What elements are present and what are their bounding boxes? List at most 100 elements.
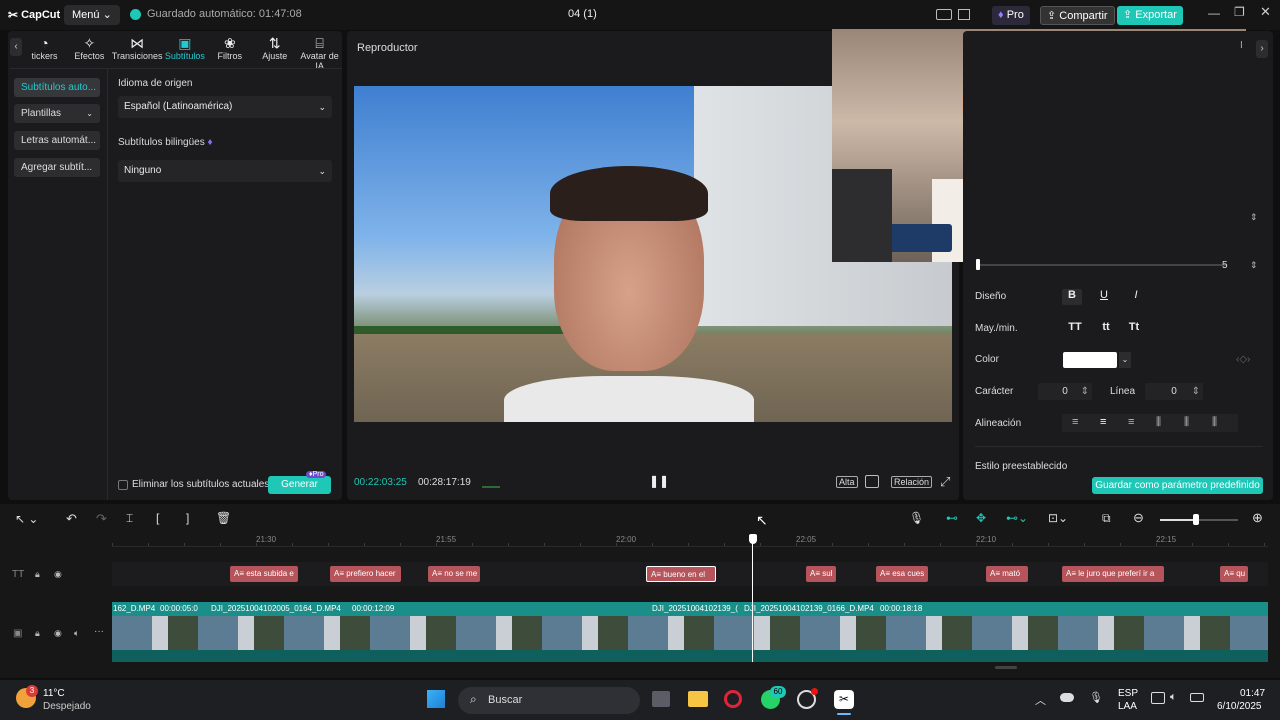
taskbar-search[interactable]: ⌕ Buscar xyxy=(458,687,640,714)
microphone-icon[interactable]: 🎙 xyxy=(909,511,924,525)
keyframe-icon[interactable]: ‹◇› xyxy=(1236,354,1250,365)
minimize-icon[interactable]: — xyxy=(1208,6,1220,20)
lock-icon[interactable]: 🔒︎ xyxy=(35,628,40,639)
network-icon[interactable] xyxy=(1151,692,1165,704)
chevron-down-icon[interactable]: ⌄ xyxy=(1119,352,1131,368)
undo-icon[interactable]: ↶ xyxy=(66,511,77,527)
lock-icon[interactable]: 🔒︎ xyxy=(35,569,40,580)
maximize-icon[interactable]: ❐ xyxy=(1234,5,1245,19)
ratio-button[interactable]: Relación xyxy=(891,476,933,488)
volume-icon[interactable]: 🔈︎ xyxy=(1170,691,1177,704)
generate-button[interactable]: Generar xyxy=(268,476,331,494)
uppercase-button[interactable]: TT xyxy=(1064,321,1086,333)
sidebar-item-auto-lyrics[interactable]: Letras automát... xyxy=(14,131,100,150)
language-2[interactable]: LAA xyxy=(1118,701,1137,712)
eye-icon[interactable]: ◉ xyxy=(54,628,62,639)
zoom-slider-handle[interactable] xyxy=(1193,514,1199,525)
link-icon[interactable]: ⊷⌄ xyxy=(1006,511,1028,525)
shortcuts-icon[interactable] xyxy=(958,9,970,20)
close-icon[interactable]: ✕ xyxy=(1260,4,1271,20)
tab-transitions[interactable]: ⋈ Transiciones xyxy=(112,32,163,66)
caption-clip[interactable]: A≡ prefiero hacer xyxy=(330,566,401,582)
link-main-track-icon[interactable]: ⊷ xyxy=(946,511,958,525)
screen-icon[interactable]: ⧉ xyxy=(1102,511,1111,526)
pro-button[interactable]: ♦ Pro xyxy=(992,6,1030,25)
sidebar-item-auto-captions[interactable]: Subtítulos auto... xyxy=(14,78,100,97)
pause-icon[interactable]: ❚❚ xyxy=(649,474,669,488)
trim-right-icon[interactable]: ] xyxy=(186,511,189,525)
slider-track[interactable] xyxy=(976,264,1226,266)
caption-clip[interactable]: A≡ esta subida e xyxy=(230,566,298,582)
trim-left-icon[interactable]: [ xyxy=(156,511,159,525)
zoom-out-icon[interactable]: ⊖ xyxy=(1133,510,1144,526)
playhead-handle[interactable] xyxy=(749,534,757,544)
color-swatch[interactable] xyxy=(1063,352,1117,368)
bold-button[interactable]: B xyxy=(1062,289,1082,305)
tabs-scroll-right-icon[interactable]: › xyxy=(1256,40,1268,58)
fullscreen-icon[interactable]: ⤢ xyxy=(940,474,950,490)
tab-adjust[interactable]: ⇅ Ajuste xyxy=(252,32,297,66)
bilingual-select[interactable]: Ninguno ⌄ xyxy=(118,160,332,182)
sidebar-item-add-captions[interactable]: Agregar subtít... xyxy=(14,158,100,177)
share-button[interactable]: ⇪ Compartir xyxy=(1040,6,1115,25)
select-tool-icon[interactable]: ↖ ⌄ xyxy=(15,512,38,526)
delete-captions-checkbox[interactable] xyxy=(118,480,128,490)
tab-filters[interactable]: ❀ Filtros xyxy=(207,32,252,66)
more-options-icon[interactable]: ··· xyxy=(94,626,104,637)
caption-clip[interactable]: A≡ esa cues xyxy=(876,566,928,582)
line-spacing-input[interactable]: 0 ⇕ xyxy=(1145,383,1203,400)
tab-subtitles[interactable]: ▣ Subtítulos xyxy=(162,32,207,66)
align-vertical-bottom-icon[interactable]: ⫼ xyxy=(1212,416,1217,429)
tabs-scroll-left-icon[interactable]: ‹ xyxy=(10,38,22,56)
align-vertical-top-icon[interactable]: ⫼ xyxy=(1156,416,1161,429)
menu-button[interactable]: Menú ⌄ xyxy=(64,5,120,25)
caption-clip[interactable]: A≡ sul xyxy=(806,566,836,582)
tab-effects[interactable]: ✧ Efectos xyxy=(67,32,112,66)
preview-axis-icon[interactable]: ⊡⌄ xyxy=(1048,511,1068,525)
layout-icon[interactable] xyxy=(936,9,952,20)
time-ruler[interactable] xyxy=(112,533,1268,547)
language-1[interactable]: ESP xyxy=(1118,688,1138,699)
save-preset-button[interactable]: Guardar como parámetro predefinido xyxy=(1092,477,1263,494)
stepper-icon[interactable]: ⇕ xyxy=(1250,212,1258,223)
redo-icon[interactable]: ↷ xyxy=(96,511,107,527)
task-view-icon[interactable] xyxy=(652,691,670,707)
sidebar-item-templates[interactable]: Plantillas ⌄ xyxy=(14,104,100,123)
auto-snap-icon[interactable]: ✥ xyxy=(976,511,986,525)
titlecase-button[interactable]: Tt xyxy=(1124,321,1144,333)
video-thumbnails[interactable] xyxy=(112,616,1268,650)
align-center-icon[interactable]: ≡ xyxy=(1100,416,1106,428)
microphone-tray-icon[interactable]: 🎙 xyxy=(1089,691,1103,704)
audio-icon[interactable]: 🔈︎ xyxy=(74,628,79,639)
slider-handle[interactable] xyxy=(976,259,980,270)
windows-start-icon[interactable] xyxy=(427,690,445,708)
italic-button[interactable]: I xyxy=(1126,289,1146,301)
export-button[interactable]: ⇪ Exportar xyxy=(1117,6,1183,25)
split-icon[interactable]: ⌶ xyxy=(126,511,133,526)
timeline-scrollbar[interactable] xyxy=(995,666,1017,669)
tab-stickers[interactable]: ◔ tickers xyxy=(22,32,67,66)
char-spacing-input[interactable]: 0 ⇕ xyxy=(1038,383,1092,400)
source-language-select[interactable]: Español (Latinoamérica) ⌄ xyxy=(118,96,332,118)
align-left-icon[interactable]: ≡ xyxy=(1072,416,1078,428)
caption-clip-selected[interactable]: A≡ bueno en el xyxy=(646,566,716,582)
capcut-taskbar-icon[interactable]: ✂ xyxy=(834,690,854,709)
clock-date[interactable]: 6/10/2025 xyxy=(1217,701,1262,712)
eye-icon[interactable]: ◉ xyxy=(54,569,62,580)
fit-icon[interactable] xyxy=(865,475,879,488)
delete-icon[interactable]: 🗑 xyxy=(216,511,231,525)
quality-button[interactable]: Alta xyxy=(836,476,858,488)
underline-button[interactable]: U xyxy=(1094,289,1114,301)
stepper-icon[interactable]: ⇕ xyxy=(1250,260,1258,271)
zoom-in-icon[interactable]: ⊕ xyxy=(1252,510,1263,526)
caption-clip[interactable]: A≡ qu xyxy=(1220,566,1248,582)
caption-clip[interactable]: A≡ mató xyxy=(986,566,1028,582)
onedrive-icon[interactable] xyxy=(1060,693,1074,702)
battery-icon[interactable] xyxy=(1190,693,1204,702)
playhead-line[interactable] xyxy=(752,540,753,662)
align-vertical-center-icon[interactable]: ⫼ xyxy=(1184,416,1189,429)
chevron-up-icon[interactable]: ︿ xyxy=(1035,692,1046,708)
caption-clip[interactable]: A≡ no se me xyxy=(428,566,480,582)
lowercase-button[interactable]: tt xyxy=(1096,321,1116,333)
caption-clip[interactable]: A≡ le juro que preferí ir a xyxy=(1062,566,1164,582)
